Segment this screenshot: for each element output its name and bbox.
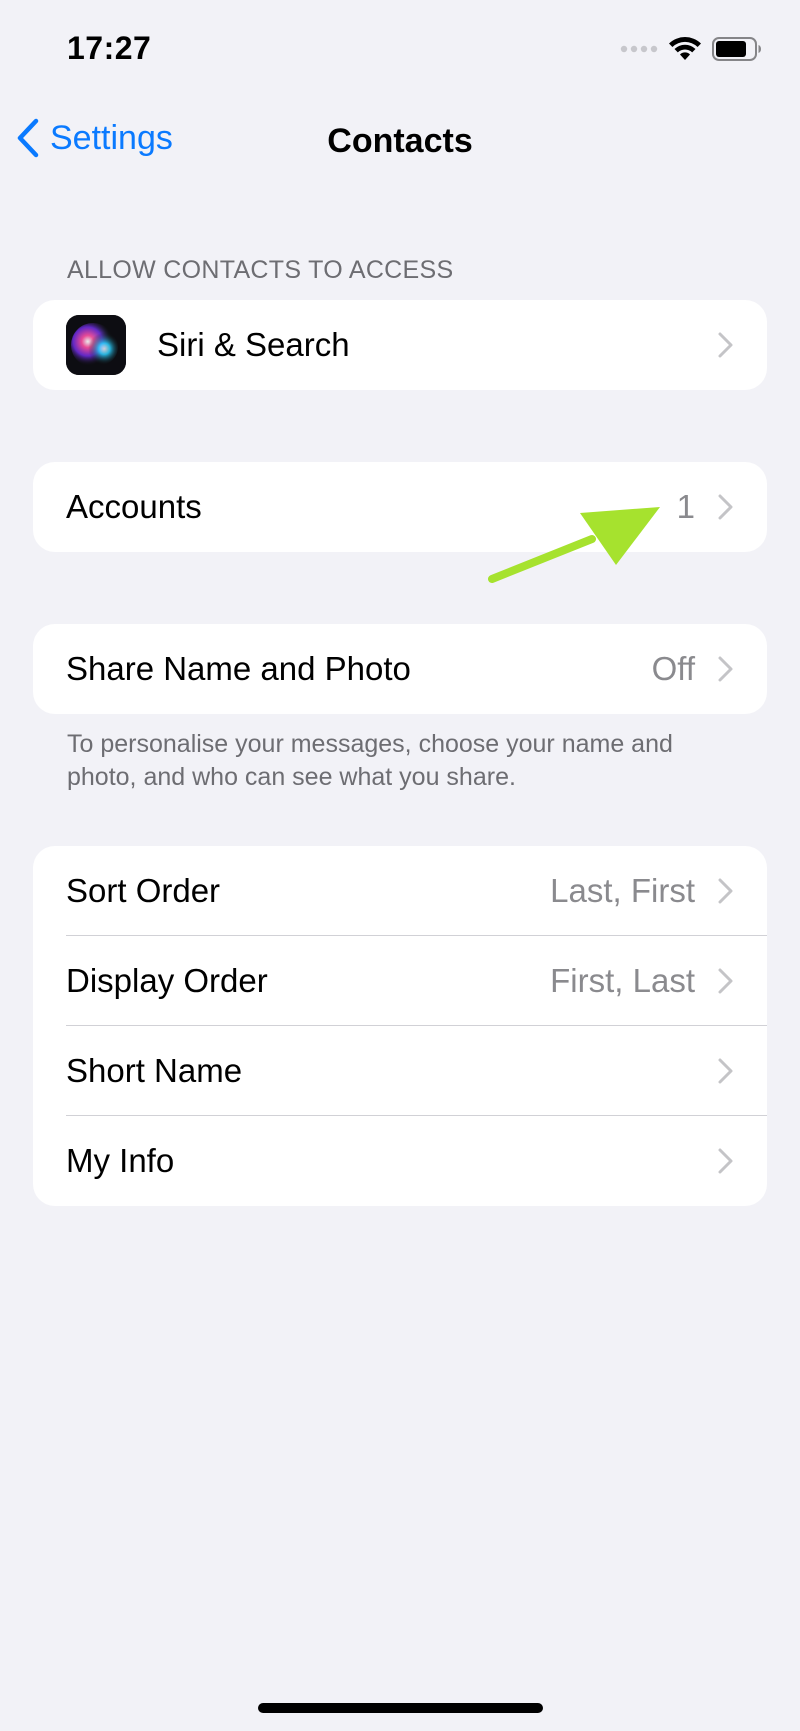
share-name-photo-value: Off (651, 650, 695, 687)
chevron-right-icon (718, 1058, 733, 1084)
share-name-photo-row[interactable]: Share Name and Photo Off (33, 624, 767, 714)
chevron-right-icon (718, 878, 733, 904)
page-title: Contacts (327, 122, 473, 160)
chevron-right-icon (718, 1148, 733, 1174)
chevron-right-icon (718, 968, 733, 994)
sort-order-value: Last, First (550, 872, 695, 909)
accounts-count: 1 (676, 488, 695, 525)
wifi-icon (669, 37, 701, 60)
status-bar: 17:27 (0, 0, 800, 100)
accounts-row[interactable]: Accounts 1 (33, 462, 767, 552)
share-group: Share Name and Photo Off (33, 624, 767, 714)
display-order-label: Display Order (66, 962, 268, 999)
sort-order-label: Sort Order (66, 872, 221, 909)
battery-icon (712, 37, 761, 61)
siri-search-label: Siri & Search (157, 326, 350, 363)
status-time: 17:27 (67, 30, 152, 66)
allow-access-group: Siri & Search (33, 300, 767, 390)
sort-order-row[interactable]: Sort Order Last, First (33, 846, 767, 936)
share-footnote: To personalise your messages, choose you… (67, 730, 673, 791)
siri-search-row[interactable]: Siri & Search (33, 300, 767, 390)
my-info-label: My Info (66, 1142, 175, 1179)
chevron-right-icon (718, 332, 733, 358)
short-name-label: Short Name (66, 1052, 243, 1089)
home-indicator[interactable] (258, 1703, 543, 1713)
accounts-group: Accounts 1 (33, 462, 767, 552)
accounts-label: Accounts (66, 488, 202, 525)
siri-icon (66, 315, 126, 375)
contact-settings-group: Sort Order Last, First Display Order Fir… (33, 846, 767, 1206)
short-name-row[interactable]: Short Name (33, 1026, 767, 1116)
my-info-row[interactable]: My Info (33, 1116, 767, 1206)
display-order-value: First, Last (550, 962, 695, 999)
status-icons (620, 36, 762, 62)
display-order-row[interactable]: Display Order First, Last (33, 936, 767, 1026)
share-name-photo-label: Share Name and Photo (66, 650, 411, 687)
section-header-allow-access: ALLOW CONTACTS TO ACCESS (67, 256, 454, 284)
navigation-bar: Settings Contacts (0, 110, 800, 174)
chevron-right-icon (718, 656, 733, 682)
chevron-right-icon (718, 494, 733, 520)
signal-icon (620, 45, 658, 53)
